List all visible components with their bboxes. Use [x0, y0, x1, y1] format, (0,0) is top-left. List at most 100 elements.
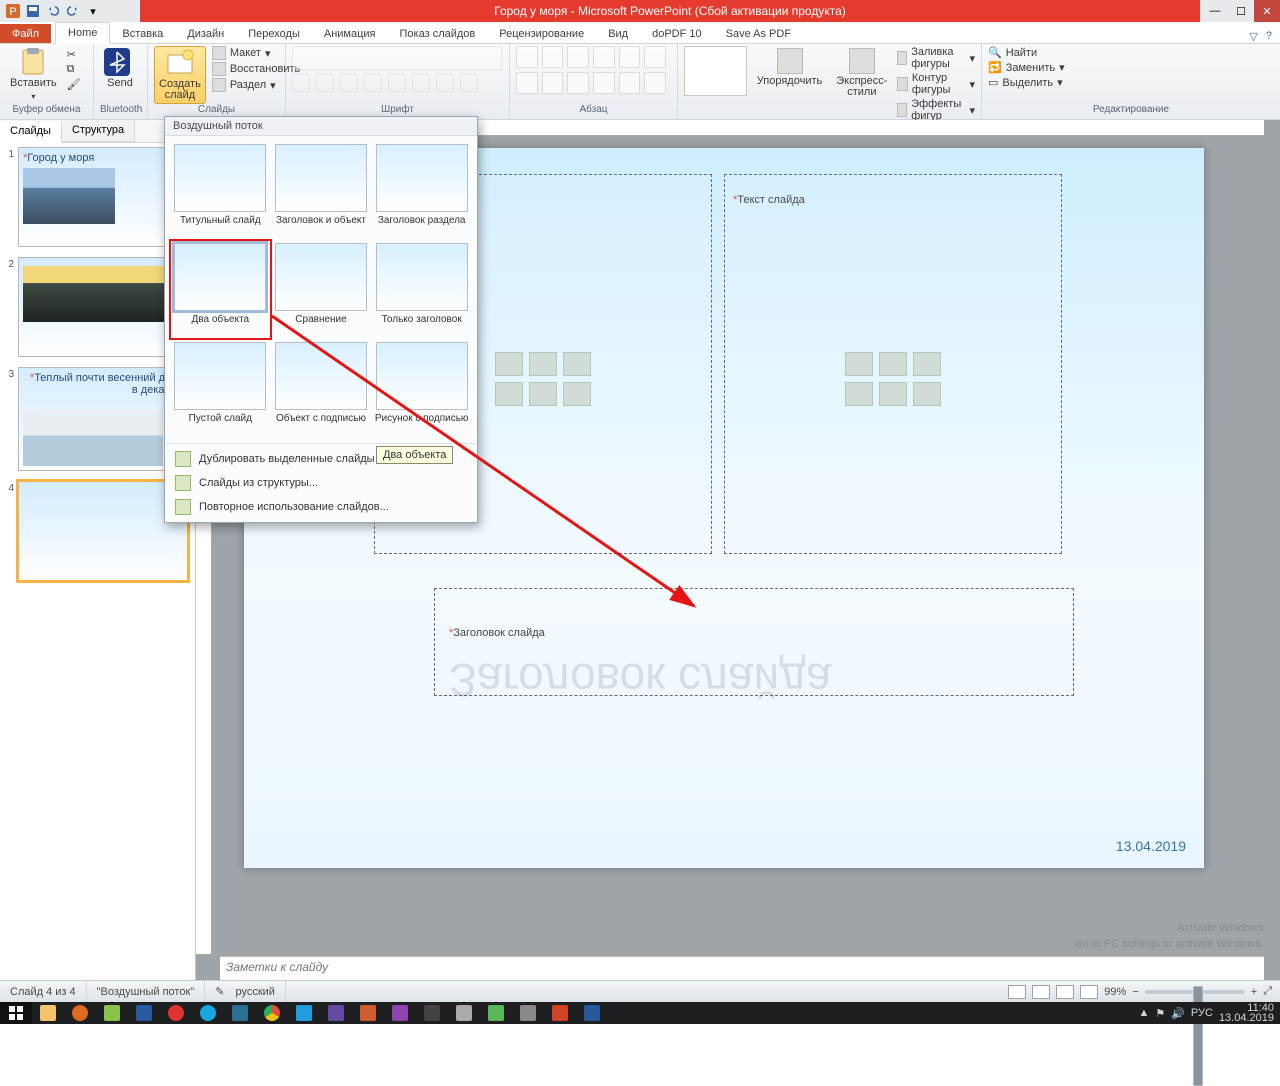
taskbar-app-3[interactable]	[288, 1002, 320, 1024]
close-button[interactable]: ✕	[1254, 0, 1280, 22]
font-controls	[292, 46, 502, 98]
tray-up-icon[interactable]: ▲	[1138, 1007, 1149, 1019]
tab-transitions[interactable]: Переходы	[236, 24, 312, 43]
layout-title-only[interactable]: Только заголовок	[374, 243, 469, 336]
content-icons[interactable]	[845, 352, 941, 406]
taskbar-app-6[interactable]	[384, 1002, 416, 1024]
taskbar-app-9[interactable]	[480, 1002, 512, 1024]
content-icons[interactable]	[495, 352, 591, 406]
taskbar-app-2[interactable]	[128, 1002, 160, 1024]
title-placeholder[interactable]: *Заголовок слайда Заголовок слайда	[434, 588, 1074, 696]
help-icon[interactable]: ?	[1266, 30, 1272, 43]
tab-file[interactable]: Файл	[0, 24, 51, 43]
start-button[interactable]	[0, 1002, 32, 1024]
layout-section-header[interactable]: Заголовок раздела	[374, 144, 469, 237]
status-slide-number: Слайд 4 из 4	[0, 981, 87, 1002]
taskbar-app-chrome[interactable]	[256, 1002, 288, 1024]
minimize-button[interactable]: —	[1202, 0, 1228, 22]
paste-button[interactable]: Вставить▾	[6, 46, 61, 104]
app-icon[interactable]: P	[4, 2, 22, 20]
layout-comparison[interactable]: Сравнение	[274, 243, 369, 336]
panel-tab-outline[interactable]: Структура	[62, 120, 135, 142]
fit-to-window-icon[interactable]: ⤢	[1263, 985, 1272, 998]
copy-button[interactable]: ⧉	[67, 63, 81, 76]
taskbar-app-powerpoint[interactable]	[544, 1002, 576, 1024]
save-icon[interactable]	[24, 2, 42, 20]
thumb-1[interactable]: 1 *Город у моря	[4, 147, 191, 247]
group-paragraph-label: Абзац	[516, 104, 671, 118]
taskbar-app-opera[interactable]	[160, 1002, 192, 1024]
taskbar-app-firefox[interactable]	[64, 1002, 96, 1024]
tray-network-icon[interactable]: ⚑	[1155, 1007, 1165, 1020]
qat-more-icon[interactable]: ▾	[84, 2, 102, 20]
tab-slideshow[interactable]: Показ слайдов	[388, 24, 488, 43]
taskbar-app-vbox[interactable]	[224, 1002, 256, 1024]
view-sorter-icon[interactable]	[1032, 985, 1050, 999]
shape-effects-button[interactable]: Эффекты фигур ▾	[897, 98, 975, 122]
zoom-value[interactable]: 99%	[1104, 986, 1126, 998]
statusbar: Слайд 4 из 4 "Воздушный поток" ✎ русский…	[0, 980, 1280, 1002]
shape-fill-button[interactable]: Заливка фигуры ▾	[897, 46, 975, 70]
shape-outline-button[interactable]: Контур фигуры ▾	[897, 72, 975, 96]
zoom-slider[interactable]	[1145, 990, 1245, 994]
taskbar-app-7[interactable]	[416, 1002, 448, 1024]
tab-insert[interactable]: Вставка	[110, 24, 175, 43]
tab-dopdf[interactable]: doPDF 10	[640, 24, 714, 43]
taskbar-app-skype[interactable]	[192, 1002, 224, 1024]
taskbar-app-explorer[interactable]	[32, 1002, 64, 1024]
group-editing-label: Редактирование	[988, 104, 1274, 118]
taskbar-app-5[interactable]	[352, 1002, 384, 1024]
replace-button[interactable]: 🔁Заменить ▾	[988, 61, 1065, 74]
select-button[interactable]: ▭Выделить ▾	[988, 76, 1065, 89]
tab-view[interactable]: Вид	[596, 24, 640, 43]
layout-title-content[interactable]: Заголовок и объект	[274, 144, 369, 237]
thumb-4[interactable]: 4	[4, 481, 191, 581]
tab-home[interactable]: Home	[55, 22, 110, 44]
cut-button[interactable]: ✂	[67, 48, 81, 61]
content-placeholder-right[interactable]: *Текст слайда	[724, 174, 1062, 554]
zoom-in-icon[interactable]: +	[1251, 986, 1257, 998]
layout-two-content[interactable]: Два объекта	[173, 243, 268, 336]
tab-animations[interactable]: Анимация	[312, 24, 388, 43]
tray-language[interactable]: РУС	[1191, 1007, 1213, 1019]
thumb-2[interactable]: 2	[4, 257, 191, 357]
taskbar-app-4[interactable]	[320, 1002, 352, 1024]
slide-date: 13.04.2019	[1116, 838, 1186, 854]
bluetooth-send-button[interactable]: Send	[100, 46, 140, 91]
status-language[interactable]: ✎ русский	[205, 981, 286, 1002]
layout-blank[interactable]: Пустой слайд	[173, 342, 268, 435]
reuse-slides-menuitem[interactable]: Повторное использование слайдов...	[169, 495, 473, 519]
layout-picture-caption[interactable]: Рисунок с подписью	[374, 342, 469, 435]
view-slideshow-icon[interactable]	[1080, 985, 1098, 999]
notes-pane[interactable]: Заметки к слайду	[220, 956, 1264, 980]
taskbar-app-1[interactable]	[96, 1002, 128, 1024]
thumb-3[interactable]: 3 *Теплый почти весенний день в декабре	[4, 367, 191, 471]
shapes-gallery[interactable]	[684, 46, 747, 96]
tab-review[interactable]: Рецензирование	[487, 24, 596, 43]
tray-volume-icon[interactable]: 🔊	[1171, 1007, 1185, 1020]
ribbon-minimize-icon[interactable]: ▽	[1249, 30, 1257, 43]
format-painter-button[interactable]: 🖌	[67, 78, 81, 91]
undo-icon[interactable]	[44, 2, 62, 20]
taskbar-app-10[interactable]	[512, 1002, 544, 1024]
view-reading-icon[interactable]	[1056, 985, 1074, 999]
taskbar-app-8[interactable]	[448, 1002, 480, 1024]
find-button[interactable]: 🔍Найти	[988, 46, 1065, 59]
zoom-out-icon[interactable]: −	[1132, 986, 1138, 998]
new-slide-button[interactable]: Создать слайд	[154, 46, 206, 104]
layout-title-slide[interactable]: Титульный слайд	[173, 144, 268, 237]
taskbar-app-word[interactable]	[576, 1002, 608, 1024]
tab-saveaspdf[interactable]: Save As PDF	[714, 24, 803, 43]
slides-from-outline-menuitem[interactable]: Слайды из структуры...	[169, 471, 473, 495]
arrange-button[interactable]: Упорядочить	[753, 46, 826, 89]
quick-styles-button[interactable]: Экспресс-стили	[832, 46, 891, 100]
layout-content-caption[interactable]: Объект с подписью	[274, 342, 369, 435]
status-theme: "Воздушный поток"	[87, 981, 206, 1002]
view-normal-icon[interactable]	[1008, 985, 1026, 999]
redo-icon[interactable]	[64, 2, 82, 20]
panel-tab-slides[interactable]: Слайды	[0, 121, 62, 143]
window-title: Город у моря - Microsoft PowerPoint (Сбо…	[140, 0, 1200, 22]
tab-design[interactable]: Дизайн	[175, 24, 236, 43]
maximize-button[interactable]: ☐	[1228, 0, 1254, 22]
ribbon-tabs: Файл Home Вставка Дизайн Переходы Анимац…	[0, 22, 1280, 44]
